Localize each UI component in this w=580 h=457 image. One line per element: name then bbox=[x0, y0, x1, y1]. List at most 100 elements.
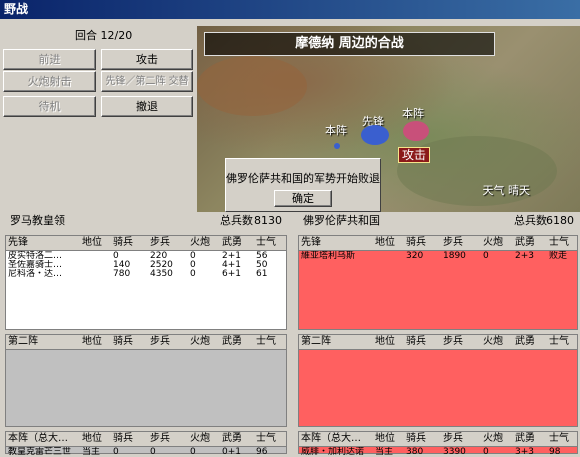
right-second-table: 第二阵 地位 骑兵 步兵 火炮 武勇 士气 bbox=[298, 334, 578, 427]
column-header[interactable]: 火炮 bbox=[190, 335, 220, 349]
column-header[interactable]: 步兵 bbox=[443, 236, 481, 250]
table-cell: 320 bbox=[406, 251, 424, 261]
column-header[interactable]: 火炮 bbox=[190, 236, 220, 250]
table-cell: 6+1 bbox=[222, 269, 241, 279]
table-cell: 780 bbox=[113, 269, 131, 279]
dialog-ok-button[interactable]: 确定 bbox=[274, 190, 332, 207]
table-cell: 98 bbox=[549, 447, 561, 457]
column-header[interactable]: 火炮 bbox=[483, 236, 513, 250]
table-header: 本阵（总大… 地位 骑兵 步兵 火炮 武勇 士气 bbox=[299, 432, 577, 447]
column-header[interactable]: 士气 bbox=[256, 432, 284, 446]
column-header[interactable]: 先锋 bbox=[8, 236, 80, 250]
attack-button[interactable]: 攻击 bbox=[101, 49, 193, 70]
retreat-dialog: 佛罗伦萨共和国的军势开始败退 确定 bbox=[225, 158, 381, 212]
table-row[interactable]: 維亚塔利乌斯 320 1890 0 2+3 败走 bbox=[299, 251, 577, 261]
column-header[interactable]: 士气 bbox=[256, 236, 284, 250]
column-header[interactable]: 武勇 bbox=[515, 432, 547, 446]
column-header[interactable]: 步兵 bbox=[150, 432, 188, 446]
column-header[interactable]: 士气 bbox=[256, 335, 284, 349]
table-cell: 96 bbox=[256, 447, 268, 457]
table-cell: 0 bbox=[483, 447, 489, 457]
table-cell: 61 bbox=[256, 269, 268, 279]
column-header[interactable]: 步兵 bbox=[150, 236, 188, 250]
column-header[interactable]: 本阵（总大… bbox=[8, 432, 80, 446]
column-header[interactable]: 骑兵 bbox=[406, 236, 442, 250]
column-header[interactable]: 火炮 bbox=[190, 432, 220, 446]
table-header: 第二阵 地位 骑兵 步兵 火炮 武勇 士气 bbox=[299, 335, 577, 350]
column-header[interactable]: 骑兵 bbox=[113, 236, 149, 250]
attack-marker: 攻击 bbox=[398, 147, 431, 163]
table-cell: 当主 bbox=[82, 447, 101, 457]
blue-army-unit bbox=[361, 125, 389, 145]
column-header[interactable]: 地位 bbox=[82, 335, 112, 349]
column-header[interactable]: 步兵 bbox=[150, 335, 188, 349]
column-header[interactable]: 火炮 bbox=[483, 335, 513, 349]
table-header: 先锋 地位 骑兵 步兵 火炮 武勇 士气 bbox=[6, 236, 286, 251]
column-header[interactable]: 武勇 bbox=[515, 335, 547, 349]
left-main-table: 本阵（总大… 地位 骑兵 步兵 火炮 武勇 士气 教皇克雷芒三世 当主 0 0 0 0+1 96 bbox=[5, 431, 287, 457]
table-header: 先锋 地位 骑兵 步兵 火炮 武勇 士气 bbox=[299, 236, 577, 251]
table-cell: 0 bbox=[113, 447, 119, 457]
table-row[interactable]: 教皇克雷芒三世 当主 0 0 0 0+1 96 bbox=[6, 447, 286, 457]
advance-button[interactable]: 前进 bbox=[3, 49, 96, 70]
right-vanguard-table: 先锋 地位 骑兵 步兵 火炮 武勇 士气 維亚塔利乌斯 320 1890 0 2+3 败走 bbox=[298, 235, 578, 330]
weather-label: 天气 晴天 bbox=[482, 184, 531, 197]
table-cell: 0 bbox=[190, 447, 196, 457]
battle-title: 摩德纳 周边的合战 bbox=[204, 32, 495, 56]
right-faction-name: 佛罗伦萨共和国 bbox=[303, 214, 380, 227]
column-header[interactable]: 火炮 bbox=[483, 432, 513, 446]
column-header[interactable]: 骑兵 bbox=[113, 432, 149, 446]
blue-main-unit bbox=[334, 143, 340, 149]
table-cell: 威腓・加利达诺 bbox=[301, 447, 365, 457]
column-header[interactable]: 地位 bbox=[375, 236, 405, 250]
column-header[interactable]: 地位 bbox=[82, 432, 112, 446]
column-header[interactable]: 武勇 bbox=[515, 236, 547, 250]
column-header[interactable]: 步兵 bbox=[443, 335, 481, 349]
column-header[interactable]: 先锋 bbox=[301, 236, 373, 250]
table-cell: 維亚塔利乌斯 bbox=[301, 251, 356, 261]
right-main-table: 本阵（总大… 地位 骑兵 步兵 火炮 武勇 士气 威腓・加利达诺 当主 380 3390 0 3+3 98 bbox=[298, 431, 578, 457]
column-header[interactable]: 步兵 bbox=[443, 432, 481, 446]
column-header[interactable]: 地位 bbox=[375, 432, 405, 446]
cannon-fire-button[interactable]: 火炮射击 bbox=[3, 71, 96, 92]
table-cell: 0 bbox=[150, 447, 156, 457]
column-header[interactable]: 武勇 bbox=[222, 236, 254, 250]
column-header[interactable]: 士气 bbox=[549, 335, 577, 349]
column-header[interactable]: 骑兵 bbox=[406, 335, 442, 349]
right-total-value: 6180 bbox=[546, 214, 574, 227]
standby-button[interactable]: 待机 bbox=[3, 96, 96, 117]
table-row[interactable]: 威腓・加利达诺 当主 380 3390 0 3+3 98 bbox=[299, 447, 577, 457]
table-cell: 当主 bbox=[375, 447, 394, 457]
column-header[interactable]: 武勇 bbox=[222, 335, 254, 349]
column-header[interactable]: 第二阵 bbox=[301, 335, 373, 349]
column-header[interactable]: 第二阵 bbox=[8, 335, 80, 349]
column-header[interactable]: 士气 bbox=[549, 236, 577, 250]
table-cell: 3+3 bbox=[515, 447, 534, 457]
table-cell: 尼科洛・达… bbox=[8, 269, 63, 279]
table-cell: 4350 bbox=[150, 269, 173, 279]
table-row[interactable]: 尼科洛・达… 780 4350 0 6+1 61 bbox=[6, 269, 286, 279]
table-cell: 0 bbox=[190, 269, 196, 279]
retreat-button[interactable]: 撤退 bbox=[101, 96, 193, 117]
column-header[interactable]: 地位 bbox=[82, 236, 112, 250]
round-counter: 回合 12/20 bbox=[75, 29, 133, 42]
column-header[interactable]: 士气 bbox=[549, 432, 577, 446]
column-header[interactable]: 骑兵 bbox=[406, 432, 442, 446]
left-vanguard-table: 先锋 地位 骑兵 步兵 火炮 武勇 士气 皮实特洛二… 0 220 0 2+1 56 圣佐嘉骑士… 140 2… bbox=[5, 235, 287, 330]
table-cell: 0+1 bbox=[222, 447, 241, 457]
table-cell: 380 bbox=[406, 447, 424, 457]
left-main-label: 本阵 bbox=[325, 124, 347, 137]
red-army-unit bbox=[403, 121, 429, 141]
column-header[interactable]: 骑兵 bbox=[113, 335, 149, 349]
column-header[interactable]: 本阵（总大… bbox=[301, 432, 373, 446]
table-row[interactable]: 圣佐嘉骑士… 140 2520 0 4+1 50 bbox=[6, 260, 286, 270]
table-cell: 2+3 bbox=[515, 251, 534, 261]
right-main-label: 本阵 bbox=[402, 107, 424, 120]
swap-formation-button[interactable]: 先锋／第二阵 交替 bbox=[101, 71, 193, 92]
column-header[interactable]: 地位 bbox=[375, 335, 405, 349]
right-total-label: 总兵数 bbox=[514, 214, 547, 227]
column-header[interactable]: 武勇 bbox=[222, 432, 254, 446]
table-row[interactable]: 皮实特洛二… 0 220 0 2+1 56 bbox=[6, 251, 286, 261]
window-title: 野战 bbox=[0, 0, 580, 19]
dialog-message: 佛罗伦萨共和国的军势开始败退 bbox=[226, 172, 380, 185]
